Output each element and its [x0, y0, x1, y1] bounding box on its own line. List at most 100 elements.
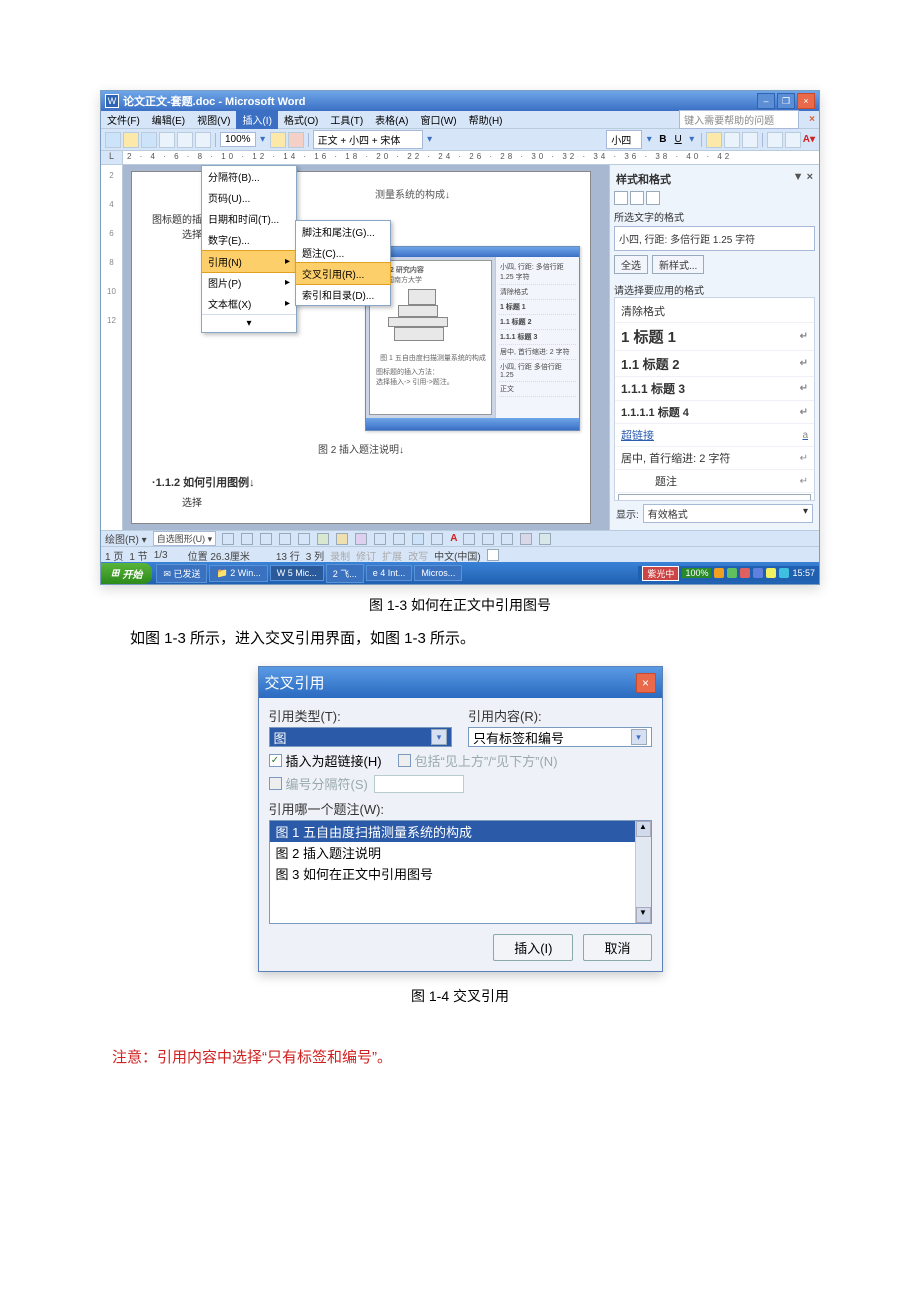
menu-table[interactable]: 表格(A) [369, 110, 414, 129]
close-button[interactable]: × [797, 93, 815, 109]
ime-indicator[interactable]: 紫光中 [642, 566, 679, 581]
bold-button[interactable]: B [656, 134, 669, 145]
style-item-h1[interactable]: 1 标题 1↵ [615, 323, 814, 351]
menu-insert[interactable]: 插入(I) [236, 110, 277, 129]
pane-tab[interactable] [646, 191, 660, 205]
underline-dd-icon[interactable]: ▾ [687, 134, 697, 145]
minimize-button[interactable]: – [757, 93, 775, 109]
diagram-icon[interactable] [355, 533, 367, 545]
menu-item-picture[interactable]: 图片(P)▸ [202, 272, 296, 293]
menu-item-pagenum[interactable]: 页码(U)... [202, 187, 296, 208]
arrowstyle-icon[interactable] [501, 533, 513, 545]
task-item[interactable]: 2 飞... [326, 564, 364, 583]
menu-item-reference[interactable]: 引用(N)▸ [201, 250, 297, 273]
menu-tools[interactable]: 工具(T) [324, 110, 369, 129]
list-item[interactable]: 图 1 五自由度扫描测量系统的构成 [270, 821, 651, 842]
picture-icon[interactable] [393, 533, 405, 545]
zoom-dropdown-icon[interactable]: ▾ [258, 134, 268, 145]
linecolor-icon[interactable] [431, 533, 443, 545]
pane-tab[interactable] [630, 191, 644, 205]
pane-selectall-button[interactable]: 全选 [614, 255, 648, 274]
pane-newstyle-button[interactable]: 新样式... [652, 255, 704, 274]
print-icon[interactable] [159, 132, 175, 148]
zoom-box[interactable]: 100% [220, 132, 256, 147]
style-item-h4[interactable]: 1.1.1.1 标题 4↵ [615, 401, 814, 424]
style-item-caption[interactable]: 题注↵ [615, 470, 814, 493]
list-scrollbar[interactable]: ▲ ▼ [635, 821, 651, 923]
insert-button[interactable]: 插入(I) [493, 934, 573, 961]
fontcolor-icon[interactable]: A▾ [803, 134, 815, 145]
bullets-icon[interactable] [767, 132, 783, 148]
menu-file[interactable]: 文件(F) [101, 110, 146, 129]
spell-icon[interactable] [195, 132, 211, 148]
menu-expand[interactable]: ▾ [202, 315, 296, 332]
submenu-index[interactable]: 索引和目录(D)... [296, 284, 390, 305]
type-select[interactable]: 图 ▾ [269, 727, 453, 747]
dialog-close-button[interactable]: × [636, 673, 656, 693]
menu-view[interactable]: 视图(V) [191, 110, 236, 129]
submenu-footnote[interactable]: 脚注和尾注(G)... [296, 221, 390, 242]
pane-close-icon[interactable]: ▼ × [793, 171, 813, 187]
menu-item-number[interactable]: 数字(E)... [202, 229, 296, 251]
maximize-button[interactable]: ❐ [777, 93, 795, 109]
textbox-icon[interactable] [298, 533, 310, 545]
document-area[interactable]: 测量系统的构成↓ 图标题的插入方 选择插入-> 引 ·1.1.2 研究内容 中国… [123, 165, 609, 530]
draw-menu[interactable]: 绘图(R) ▾ [105, 531, 147, 546]
rect-icon[interactable] [260, 533, 272, 545]
menu-item-break[interactable]: 分隔符(B)... [202, 166, 296, 187]
caption-listbox[interactable]: 图 1 五自由度扫描测量系统的构成 图 2 插入题注说明 图 3 如何在正文中引… [269, 820, 652, 924]
menu-item-textbox[interactable]: 文本框(X)▸ [202, 293, 296, 315]
task-item[interactable]: 📁 2 Win... [209, 565, 267, 582]
hyperlink-checkbox[interactable]: ✓ 插入为超链接(H) [269, 751, 382, 770]
cancel-button[interactable]: 取消 [583, 934, 651, 961]
fontsize-box[interactable]: 小四 [606, 130, 642, 149]
style-item-h2[interactable]: 1.1 标题 2↵ [615, 351, 814, 377]
align-center-icon[interactable] [724, 132, 740, 148]
tray-icon[interactable] [779, 568, 789, 578]
tray-icon[interactable] [740, 568, 750, 578]
line-icon[interactable] [222, 533, 234, 545]
style-box[interactable]: 正文 + 小四 + 宋体 [313, 130, 423, 149]
open-icon[interactable] [123, 132, 139, 148]
tray-icon[interactable] [727, 568, 737, 578]
preview-icon[interactable] [177, 132, 193, 148]
pane-style-list[interactable]: 清除格式 1 标题 1↵ 1.1 标题 2↵ 1.1.1 标题 3↵ 1.1.1… [614, 297, 815, 501]
style-dropdown-icon[interactable]: ▾ [425, 134, 435, 145]
oval-icon[interactable] [279, 533, 291, 545]
list-item[interactable]: 图 3 如何在正文中引用图号 [270, 863, 651, 884]
help-search-input[interactable]: 键入需要帮助的问题 [679, 110, 799, 129]
status-book-icon[interactable] [487, 549, 499, 561]
menu-help[interactable]: 帮助(H) [463, 110, 509, 129]
submenu-crossref[interactable]: 交叉引用(R)... [295, 262, 391, 285]
fontcolor-icon[interactable]: A [450, 533, 457, 544]
task-item-active[interactable]: W 5 Mic... [270, 565, 324, 581]
fontsize-dropdown-icon[interactable]: ▾ [644, 134, 654, 145]
align-right-icon[interactable] [742, 132, 758, 148]
menu-edit[interactable]: 编辑(E) [146, 110, 191, 129]
new-icon[interactable] [105, 132, 121, 148]
autoshape-menu[interactable]: 自选图形(U) ▾ [153, 531, 217, 546]
pane-tab[interactable] [614, 191, 628, 205]
tray-icon[interactable] [753, 568, 763, 578]
style-item-hyperlink[interactable]: 超链接a [615, 424, 814, 447]
submenu-caption[interactable]: 题注(C)... [296, 242, 390, 263]
style-item-h3[interactable]: 1.1.1 标题 3↵ [615, 377, 814, 401]
save-icon[interactable] [141, 132, 157, 148]
highlight-icon[interactable] [785, 132, 801, 148]
style-item-indent[interactable]: 居中, 首行缩进: 2 字符↵ [615, 447, 814, 470]
task-item[interactable]: e 4 Int... [366, 565, 413, 581]
formatpainter-icon[interactable] [270, 132, 286, 148]
3d-icon[interactable] [539, 533, 551, 545]
start-button[interactable]: ⊞开始 [101, 563, 152, 584]
pane-show-select[interactable]: 有效格式 ▾ [643, 504, 813, 523]
scroll-down-icon[interactable]: ▼ [636, 907, 651, 923]
menu-window[interactable]: 窗口(W) [415, 110, 463, 129]
vertical-ruler[interactable]: 2 4 6 8 10 12 [101, 165, 123, 530]
task-item[interactable]: ✉ 已发送 [156, 564, 207, 583]
read-icon[interactable] [288, 132, 304, 148]
list-item[interactable]: 图 2 插入题注说明 [270, 842, 651, 863]
dash-icon[interactable] [482, 533, 494, 545]
menu-format[interactable]: 格式(O) [278, 110, 324, 129]
style-item-clear[interactable]: 清除格式 [615, 300, 814, 323]
style-item-current[interactable]: 小四, 行距 多倍行距 1.25 字 [618, 494, 811, 501]
